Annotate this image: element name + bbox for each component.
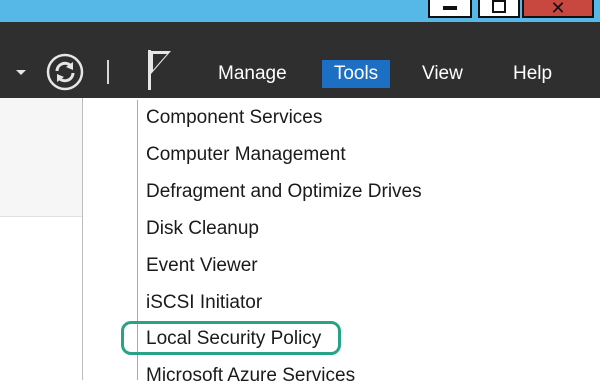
menu-item-computer-management[interactable]: Computer Management bbox=[146, 141, 346, 169]
flag-icon[interactable] bbox=[143, 48, 179, 92]
close-button[interactable]: ✕ bbox=[522, 0, 594, 18]
close-icon: ✕ bbox=[550, 0, 566, 19]
chevron-down-icon[interactable] bbox=[16, 70, 26, 75]
minimize-icon bbox=[443, 6, 457, 10]
background-header-strip bbox=[0, 98, 82, 217]
menu-item-event-viewer[interactable]: Event Viewer bbox=[146, 252, 258, 280]
highlight-outline bbox=[121, 321, 341, 355]
minimize-button[interactable] bbox=[428, 0, 472, 18]
menu-item-iscsi-initiator[interactable]: iSCSI Initiator bbox=[146, 289, 262, 317]
toolbar-separator bbox=[107, 60, 109, 84]
menu-view[interactable]: View bbox=[414, 60, 471, 88]
menu-manage[interactable]: Manage bbox=[210, 60, 295, 88]
restore-icon bbox=[492, 0, 506, 13]
menu-item-component-services[interactable]: Component Services bbox=[146, 104, 322, 132]
menu-help[interactable]: Help bbox=[505, 60, 560, 88]
restore-button[interactable] bbox=[478, 0, 520, 18]
menu-item-disk-cleanup[interactable]: Disk Cleanup bbox=[146, 215, 259, 243]
refresh-icon[interactable] bbox=[45, 52, 85, 92]
menu-item-microsoft-azure-services[interactable]: Microsoft Azure Services bbox=[146, 362, 355, 390]
menu-item-defragment-drives[interactable]: Defragment and Optimize Drives bbox=[146, 178, 422, 206]
menu-tools[interactable]: Tools bbox=[322, 60, 390, 88]
